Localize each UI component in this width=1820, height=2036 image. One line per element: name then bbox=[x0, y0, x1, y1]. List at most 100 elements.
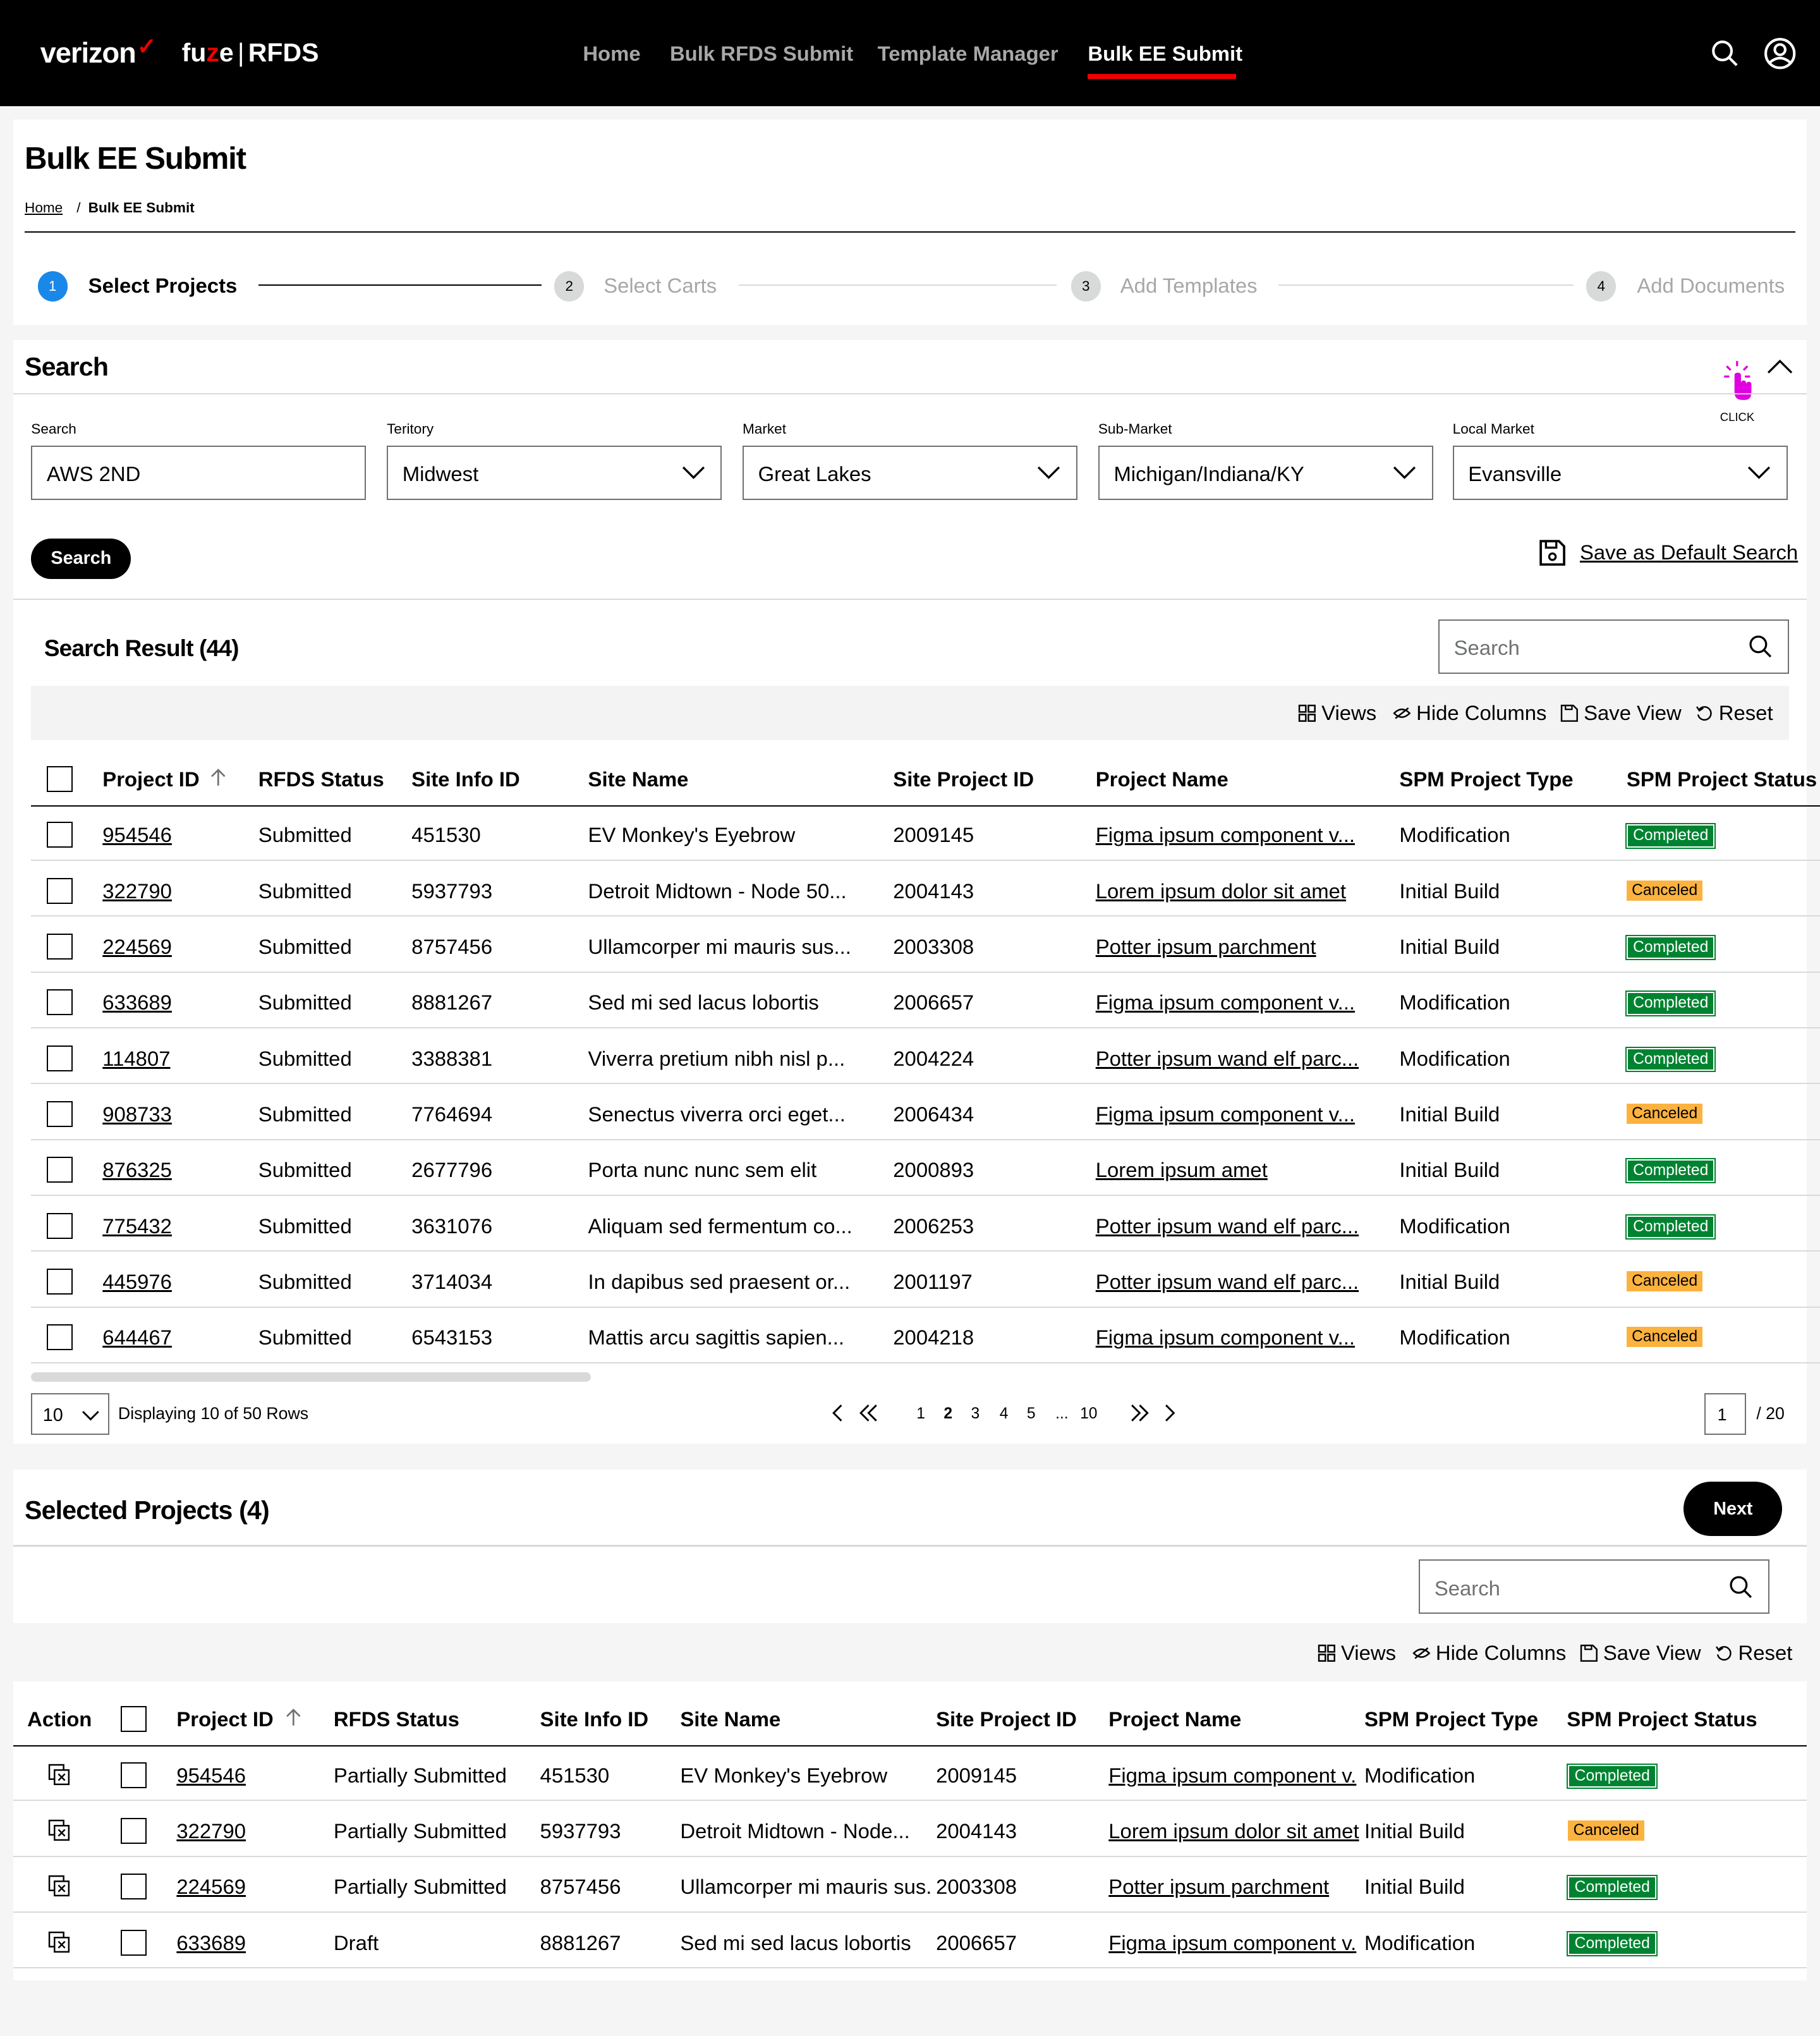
project-name-link[interactable]: Potter ipsum wand elf parc... bbox=[1096, 1270, 1359, 1294]
table-row[interactable] bbox=[13, 1745, 1807, 1801]
save-default-search-link[interactable]: Save as Default Search bbox=[1580, 540, 1798, 564]
col-site-name[interactable]: Site Name bbox=[680, 1707, 780, 1731]
sort-ascending-icon[interactable] bbox=[286, 1709, 301, 1727]
project-name-link[interactable]: Potter ipsum wand elf parc... bbox=[1096, 1047, 1359, 1071]
project-name-link[interactable]: Figma ipsum component v. bbox=[1108, 1764, 1356, 1788]
project-name-link[interactable]: Figma ipsum component v... bbox=[1096, 1102, 1355, 1126]
nav-template-manager[interactable]: Template Manager bbox=[878, 42, 1059, 66]
page-number-input[interactable]: 1 bbox=[1704, 1393, 1746, 1435]
nav-bulk-rfds-submit[interactable]: Bulk RFDS Submit bbox=[670, 42, 853, 66]
last-page-icon[interactable] bbox=[1129, 1404, 1150, 1422]
save-view-button[interactable]: Save View bbox=[1560, 701, 1682, 725]
remove-item-icon[interactable] bbox=[48, 1764, 71, 1792]
row-checkbox[interactable] bbox=[46, 933, 73, 960]
project-id-link[interactable]: 224569 bbox=[176, 1875, 246, 1899]
territory-select[interactable]: Midwest bbox=[387, 445, 722, 500]
nav-bulk-ee-submit[interactable]: Bulk EE Submit bbox=[1088, 42, 1242, 66]
row-checkbox[interactable] bbox=[46, 822, 73, 848]
horizontal-scrollbar[interactable] bbox=[31, 1372, 591, 1382]
nav-home[interactable]: Home bbox=[583, 42, 640, 66]
next-button[interactable]: Next bbox=[1684, 1481, 1783, 1537]
project-id-link[interactable]: 445976 bbox=[102, 1270, 172, 1294]
project-name-link[interactable]: Figma ipsum component v. bbox=[1108, 1931, 1356, 1955]
table-row[interactable] bbox=[13, 1801, 1807, 1857]
hide-columns-button[interactable]: Hide Columns bbox=[1393, 701, 1546, 725]
row-checkbox[interactable] bbox=[46, 877, 73, 904]
row-checkbox[interactable] bbox=[46, 1045, 73, 1071]
market-select[interactable]: Great Lakes bbox=[743, 445, 1077, 500]
col-project-id[interactable]: Project ID bbox=[102, 767, 199, 791]
col-rfds-status[interactable]: RFDS Status bbox=[334, 1707, 459, 1731]
page-5[interactable]: 5 bbox=[1027, 1405, 1036, 1423]
views-button[interactable]: Views bbox=[1298, 701, 1376, 725]
remove-item-icon[interactable] bbox=[48, 1819, 71, 1848]
project-id-link[interactable]: 954546 bbox=[102, 823, 172, 847]
row-checkbox[interactable] bbox=[121, 1762, 147, 1788]
previous-page-icon[interactable] bbox=[831, 1404, 844, 1422]
project-id-link[interactable]: 908733 bbox=[102, 1102, 172, 1126]
selected-search-input[interactable]: Search bbox=[1419, 1559, 1769, 1614]
project-name-link[interactable]: Figma ipsum component v... bbox=[1096, 823, 1355, 847]
remove-item-icon[interactable] bbox=[48, 1875, 71, 1903]
page-10[interactable]: 10 bbox=[1080, 1405, 1097, 1423]
local-market-select[interactable]: Evansville bbox=[1452, 445, 1788, 500]
project-id-link[interactable]: 322790 bbox=[176, 1819, 246, 1843]
project-id-link[interactable]: 224569 bbox=[102, 935, 172, 959]
row-checkbox[interactable] bbox=[46, 1212, 73, 1239]
project-name-link[interactable]: Lorem ipsum dolor sit amet bbox=[1096, 879, 1346, 903]
col-site-info-id[interactable]: Site Info ID bbox=[411, 767, 520, 791]
row-checkbox[interactable] bbox=[46, 1157, 73, 1183]
col-site-project-id[interactable]: Site Project ID bbox=[936, 1707, 1077, 1731]
project-id-link[interactable]: 633689 bbox=[102, 991, 172, 1015]
row-checkbox[interactable] bbox=[46, 1100, 73, 1128]
remove-item-icon[interactable] bbox=[48, 1931, 71, 1960]
row-checkbox[interactable] bbox=[121, 1874, 147, 1900]
col-spm-project-type[interactable]: SPM Project Type bbox=[1399, 767, 1573, 791]
save-view-button[interactable]: Save View bbox=[1580, 1641, 1701, 1665]
col-site-project-id[interactable]: Site Project ID bbox=[893, 767, 1034, 791]
results-search-input[interactable]: Search bbox=[1438, 619, 1789, 674]
col-spm-project-status[interactable]: SPM Project Status bbox=[1627, 767, 1817, 791]
col-spm-project-type[interactable]: SPM Project Type bbox=[1364, 1707, 1538, 1731]
project-id-link[interactable]: 633689 bbox=[176, 1931, 246, 1955]
project-name-link[interactable]: Potter ipsum parchment bbox=[1108, 1875, 1329, 1899]
selected-select-all-checkbox[interactable] bbox=[121, 1706, 147, 1733]
save-icon[interactable] bbox=[1538, 539, 1567, 567]
sub-market-select[interactable]: Michigan/Indiana/KY bbox=[1098, 445, 1433, 500]
verizon-logo[interactable]: verizon ✓ bbox=[40, 34, 157, 70]
views-button[interactable]: Views bbox=[1318, 1641, 1396, 1665]
col-project-name[interactable]: Project Name bbox=[1096, 767, 1228, 791]
page-2-current[interactable]: 2 bbox=[943, 1405, 952, 1423]
col-site-name[interactable]: Site Name bbox=[588, 767, 689, 791]
reset-button[interactable]: Reset bbox=[1715, 1641, 1792, 1665]
project-id-link[interactable]: 644467 bbox=[102, 1326, 172, 1350]
col-project-name[interactable]: Project Name bbox=[1108, 1707, 1241, 1731]
project-name-link[interactable]: Figma ipsum component v... bbox=[1096, 1326, 1355, 1350]
row-checkbox[interactable] bbox=[121, 1929, 147, 1956]
user-icon[interactable] bbox=[1763, 37, 1797, 70]
col-rfds-status[interactable]: RFDS Status bbox=[258, 767, 384, 791]
project-id-link[interactable]: 114807 bbox=[102, 1047, 170, 1071]
search-icon[interactable] bbox=[1708, 37, 1742, 70]
project-id-link[interactable]: 322790 bbox=[102, 879, 172, 903]
reset-button[interactable]: Reset bbox=[1696, 701, 1773, 725]
project-name-link[interactable]: Potter ipsum parchment bbox=[1096, 935, 1316, 959]
project-name-link[interactable]: Figma ipsum component v... bbox=[1096, 991, 1355, 1015]
project-id-link[interactable]: 876325 bbox=[102, 1158, 172, 1182]
page-3[interactable]: 3 bbox=[971, 1405, 980, 1423]
row-checkbox[interactable] bbox=[46, 989, 73, 1016]
page-4[interactable]: 4 bbox=[1000, 1405, 1009, 1423]
row-checkbox[interactable] bbox=[46, 1324, 73, 1351]
project-name-link[interactable]: Potter ipsum wand elf parc... bbox=[1096, 1214, 1359, 1238]
project-name-link[interactable]: Lorem ipsum amet bbox=[1096, 1158, 1268, 1182]
page-size-select[interactable]: 10 bbox=[31, 1393, 109, 1435]
project-name-link[interactable]: Lorem ipsum dolor sit amet bbox=[1108, 1819, 1359, 1843]
search-text-input[interactable]: AWS 2ND bbox=[31, 445, 367, 500]
sort-ascending-icon[interactable] bbox=[210, 769, 226, 787]
hide-columns-button[interactable]: Hide Columns bbox=[1412, 1641, 1566, 1665]
first-page-icon[interactable] bbox=[858, 1404, 879, 1422]
project-id-link[interactable]: 954546 bbox=[176, 1764, 246, 1788]
collapse-chevron-icon[interactable] bbox=[1766, 357, 1794, 375]
col-project-id[interactable]: Project ID bbox=[176, 1707, 273, 1731]
search-button[interactable]: Search bbox=[31, 539, 131, 580]
